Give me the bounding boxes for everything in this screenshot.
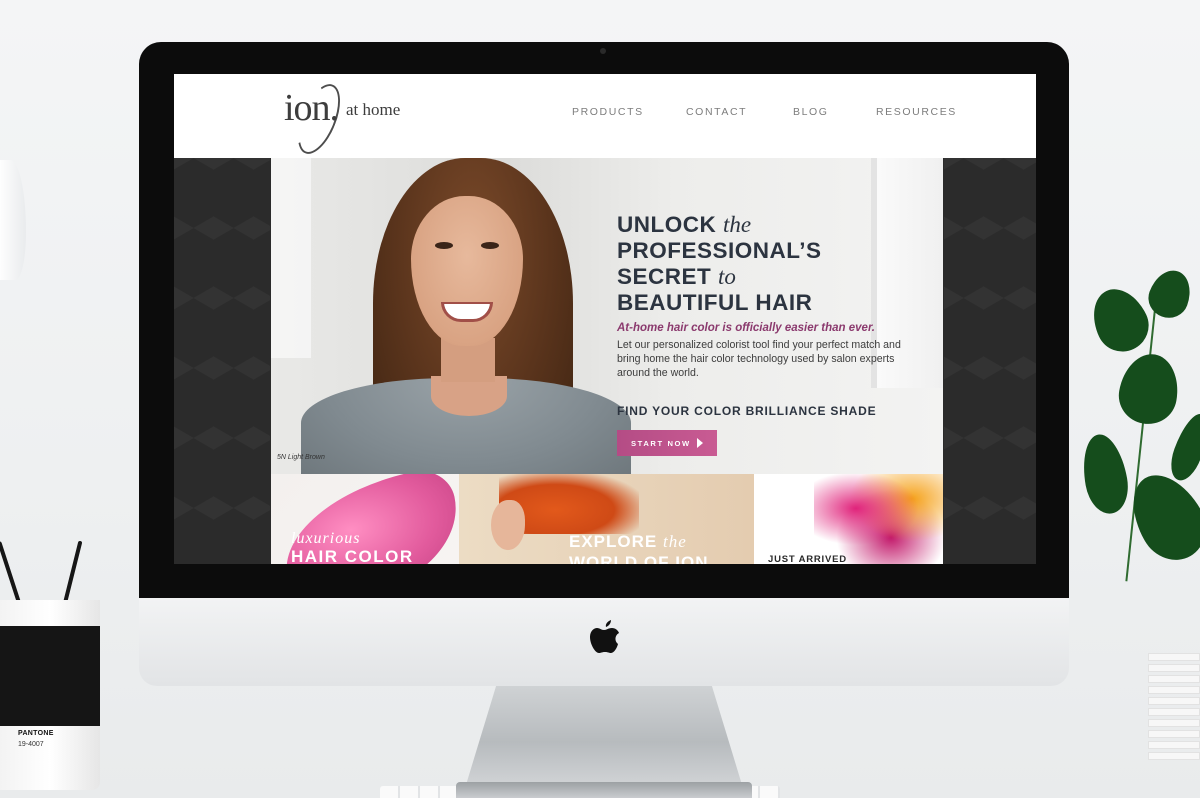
leaf: [1114, 349, 1184, 429]
leaf: [1164, 409, 1200, 485]
find-shade-heading: FIND YOUR COLOR BRILLIANCE SHADE: [617, 404, 877, 418]
hero-banner: 5N Light Brown UNLOCK the PROFESSIONAL’S…: [271, 158, 943, 474]
background-pattern-right: [944, 158, 1036, 564]
apple-logo-icon: [590, 620, 619, 653]
site-header: ion. at home PRODUCTS CONTACT BLOG RESOU…: [174, 74, 1036, 160]
cup-brand: PANTONE: [18, 730, 54, 737]
imac-stand-foot: [456, 782, 752, 798]
headline-word: SECRET: [617, 264, 712, 289]
nav-blog[interactable]: BLOG: [793, 106, 829, 118]
camera-icon: [600, 48, 606, 54]
model-chest: [431, 376, 507, 416]
leaf: [1117, 462, 1200, 572]
nav-products[interactable]: PRODUCTS: [572, 106, 644, 118]
tile-label-bold: EXPLORE the: [569, 532, 687, 552]
background-pattern-left: [174, 158, 270, 564]
leaf: [1082, 280, 1158, 360]
hero-tagline: At-home hair color is officially easier …: [617, 322, 875, 334]
tile-word-italic: the: [662, 532, 687, 551]
nav-contact[interactable]: CONTACT: [686, 106, 747, 118]
headline-word: PROFESSIONAL’S: [617, 238, 822, 263]
start-now-button[interactable]: START NOW: [617, 430, 717, 456]
pantone-cup: PANTONE 19-4007: [0, 600, 100, 798]
cup-code: 19-4007: [18, 741, 44, 748]
tile-just-arrived[interactable]: JUST ARRIVED: [754, 474, 943, 564]
headline-italic: the: [723, 212, 752, 237]
potted-plant: [1077, 262, 1200, 592]
tile-label: JUST ARRIVED: [768, 554, 847, 564]
book-stack: [1148, 650, 1200, 798]
pen: [0, 541, 23, 609]
leaf: [1142, 264, 1198, 324]
play-arrow-icon: [696, 438, 703, 448]
logo-secondary: at home: [346, 100, 401, 119]
site-logo[interactable]: ion. at home: [284, 78, 444, 160]
nav-resources[interactable]: RESOURCES: [876, 106, 957, 118]
redhead-face-image: [491, 500, 525, 550]
tile-word: EXPLORE: [569, 532, 658, 551]
screen: ion. at home PRODUCTS CONTACT BLOG RESOU…: [174, 74, 1036, 564]
hero-copy: UNLOCK the PROFESSIONAL’S SECRET to BEAU…: [617, 212, 917, 456]
tile-explore-world-of-ion[interactable]: EXPLORE the WORLD OF ION: [459, 474, 754, 564]
tile-label-bold: HAIR COLOR: [291, 547, 414, 564]
model-eye: [481, 242, 499, 249]
hero-headline: UNLOCK the PROFESSIONAL’S SECRET to BEAU…: [617, 212, 917, 316]
headline-italic: to: [718, 264, 736, 289]
start-now-label: START NOW: [631, 438, 691, 448]
headline-word: BEAUTIFUL HAIR: [617, 290, 813, 315]
tile-luxurious-hair-color[interactable]: luxurious HAIR COLOR: [271, 474, 459, 564]
desk-lamp: [0, 160, 26, 280]
model-eye: [435, 242, 453, 249]
cup-band: [0, 626, 100, 726]
color-ink-image: [814, 474, 943, 564]
headline-word: UNLOCK: [617, 212, 717, 237]
logo-primary: ion.: [284, 87, 339, 129]
tile-label-italic: luxurious: [291, 530, 361, 547]
shade-caption: 5N Light Brown: [277, 454, 325, 461]
hero-model-photo: [301, 158, 631, 474]
leaf: [1077, 430, 1133, 518]
hero-description: Let our personalized colorist tool find …: [617, 339, 901, 379]
tile-label-bold: WORLD OF ION: [569, 553, 709, 564]
